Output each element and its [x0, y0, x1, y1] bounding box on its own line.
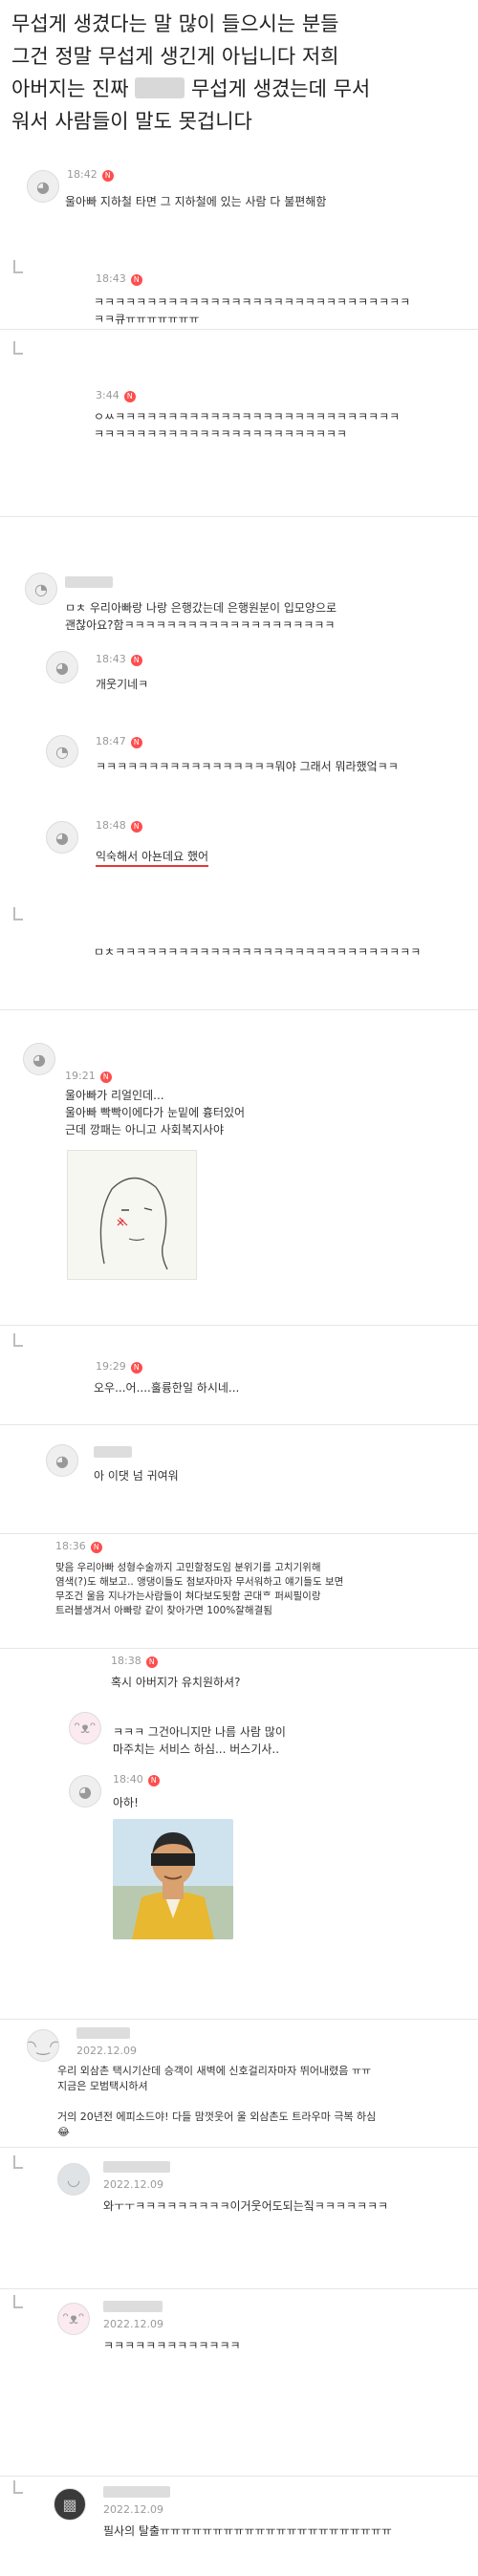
avatar-icon: ◔ [46, 735, 78, 768]
avatar-icon: ◕ [46, 651, 78, 683]
reply-time: 18:47 N [96, 735, 142, 748]
reply-time: 18:43 N [96, 272, 142, 286]
reply-text: 개웃기네ㅋ [96, 678, 149, 691]
comment-time: 18:36 N [55, 1540, 102, 1553]
reply-text: ㅋㅋㅋ 그건아니지만 나름 사람 많이 마주치는 서비스 하심... 버스기사.… [113, 1725, 286, 1756]
reply-arrow-icon [13, 2295, 23, 2308]
face-sketch-drawing [99, 1177, 168, 1270]
reply-arrow-icon [13, 907, 23, 920]
comment-screenshot-11: ᵔᴥᵔ 2022.12.09 ㅋㅋㅋㅋㅋㅋㅋㅋㅋㅋㅋㅋㅋ [0, 2288, 478, 2384]
avatar-icon: ◕ [46, 821, 78, 854]
cartoon-man-image [113, 1819, 233, 1939]
reply-time: 19:29 N [96, 1360, 142, 1374]
header-line-4: 워서 사람들이 말도 못겁니다 [11, 110, 252, 133]
post-header: 무섭게 생겼다는 말 많이 들으시는 분들 그건 정말 무섭게 생긴게 아닙니다… [0, 0, 478, 164]
new-badge-icon: N [130, 1362, 142, 1374]
avatar-icon: ◡ [57, 2163, 90, 2196]
comment-screenshot-6: ◕ 아 이댓 넘 귀여워 [0, 1424, 478, 1510]
comment-screenshot-2: 3:44 N ㅇㅆㅋㅋㅋㅋㅋㅋㅋㅋㅋㅋㅋㅋㅋㅋㅋㅋㅋㅋㅋㅋㅋㅋㅋㅋㅋㅋㅋ ㅋㅋㅋㅋ… [0, 329, 478, 472]
comment-screenshot-7: 18:36 N 맞음 우리아빠 성형수술까지 고민할정도임 분위기를 고치기위해 … [0, 1533, 478, 1648]
reply-arrow-icon [13, 1333, 23, 1347]
avatar-icon: ◕ [46, 1444, 78, 1477]
avatar-icon: ◠‿◠ [27, 2029, 59, 2062]
header-line-3: 아버지는 진짜 무섭게 생겼는데 무서 [11, 73, 468, 105]
new-badge-icon: N [147, 1775, 160, 1786]
comment-text: 울아빠가 리얼인데... 울아빠 빡빡이에다가 눈밑에 흉터있어 근데 깡패는 … [65, 1089, 246, 1136]
comment-screenshot-8: 18:38 N 혹시 아버지가 유치원하셔? ᵔᴥᵔ ㅋㅋㅋ 그건아니지만 나름 … [0, 1648, 478, 2002]
comment-screenshot-5: 19:29 N 오우...어....훌륭한일 하시네... [0, 1325, 478, 1420]
reply-arrow-icon [13, 341, 23, 355]
comment-date: 2022.12.09 [103, 2178, 163, 2191]
reply-text: ㅁㅊㅋㅋㅋㅋㅋㅋㅋㅋㅋㅋㅋㅋㅋㅋㅋㅋㅋㅋㅋㅋㅋㅋㅋㅋㅋㅋㅋㅋㅋ [94, 945, 422, 959]
reply-text: ㅋㅋㅋㅋㅋㅋㅋㅋㅋㅋㅋㅋㅋㅋㅋㅋㅋ뭐야 그래서 뭐라했엌ㅋㅋ [96, 760, 399, 773]
new-badge-icon: N [101, 170, 114, 182]
blurred-username [94, 1446, 132, 1458]
reply-time: 18:48 N [96, 819, 142, 833]
new-badge-icon: N [130, 737, 142, 748]
new-badge-icon: N [123, 391, 136, 402]
bunny-avatar-icon: ᵔᴥᵔ [57, 2303, 90, 2335]
reply-text: ㅋㅋㅋㅋㅋㅋㅋㅋㅋㅋㅋㅋㅋ [103, 2339, 241, 2352]
comment-screenshot-10: ◡ 2022.12.09 와ㅜㅜㅋㅋㅋㅋㅋㅋㅋㅋㅋ이거웃어도되는짘ㅋㅋㅋㅋㅋㅋㅋ [0, 2147, 478, 2223]
bunny-avatar-icon: ᵔᴥᵔ [69, 1712, 101, 1744]
comment-time: 18:42 N [67, 168, 114, 182]
reply-arrow-icon [13, 2480, 23, 2494]
avatar-icon: ◕ [69, 1775, 101, 1808]
reply-arrow-icon [13, 2155, 23, 2169]
header-line-3b: 무섭게 생겼는데 무서 [190, 77, 371, 100]
reply-text: ㅇㅆㅋㅋㅋㅋㅋㅋㅋㅋㅋㅋㅋㅋㅋㅋㅋㅋㅋㅋㅋㅋㅋㅋㅋㅋㅋㅋㅋ ㅋㅋㅋㅋㅋㅋㅋㅋㅋㅋ… [94, 410, 401, 441]
comment-text: ㅁㅊ 우리아빠랑 나랑 은행갔는데 은행원분이 입모양으로 괜찮아요?함ㅋㅋㅋㅋ… [65, 601, 337, 632]
reply-time: 18:38 N [111, 1655, 158, 1668]
header-line-2: 그건 정말 무섭게 생긴게 아닙니다 저희 [11, 45, 339, 68]
comment-screenshot-1: ◕ 18:42 N 울아빠 지하철 타면 그 지하철에 있는 사람 다 불편해함 … [0, 164, 478, 327]
comment-text: 맞음 우리아빠 성형수술까지 고민할정도임 분위기를 고치기위해 염색(?)도 … [55, 1562, 344, 1616]
new-badge-icon: N [130, 274, 142, 286]
header-line-1: 무섭게 생겼다는 말 많이 들으시는 분들 [11, 12, 339, 35]
comment-screenshot-12: ▩ 2022.12.09 필사의 탈출ㅠㅠㅠㅠㅠㅠㅠㅠㅠㅠㅠㅠㅠㅠㅠㅠㅠㅠㅠㅠㅠ… [0, 2476, 478, 2576]
reply-text: ㅋㅋㅋㅋㅋㅋㅋㅋㅋㅋㅋㅋㅋㅋㅋㅋㅋㅋㅋㅋㅋㅋㅋㅋㅋㅋㅋㅋㅋㅋ ㅋㅋ큐ㅠㅠㅠㅠㅠㅠ… [94, 295, 411, 326]
reply-text: 아하! [113, 1796, 139, 1809]
blurred-username [65, 576, 113, 588]
reply-text: 혹시 아버지가 유치원하셔? [111, 1676, 241, 1689]
reply-time: 18:43 N [96, 653, 142, 666]
reply-time: 3:44 N [96, 389, 136, 402]
comment-time: 19:21 N [65, 1070, 112, 1083]
comment-text: 울아빠 지하철 타면 그 지하철에 있는 사람 다 불편해함 [65, 195, 327, 208]
new-badge-icon: N [130, 821, 142, 833]
comment-date: 2022.12.09 [103, 2318, 163, 2330]
reply-text: 와ㅜㅜㅋㅋㅋㅋㅋㅋㅋㅋㅋ이거웃어도되는짘ㅋㅋㅋㅋㅋㅋㅋ [103, 2199, 389, 2213]
blurred-username [103, 2301, 163, 2312]
new-badge-icon: N [99, 1072, 112, 1083]
cartoon-man-drawing [113, 1819, 233, 1939]
comment-screenshot-3: ◔ ㅁㅊ 우리아빠랑 나랑 은행갔는데 은행원분이 입모양으로 괜찮아요?함ㅋㅋ… [0, 516, 478, 975]
header-line-3a: 아버지는 진짜 [11, 77, 129, 100]
avatar-icon: ◕ [27, 170, 59, 203]
new-badge-icon: N [145, 1656, 158, 1668]
face-sketch-image [67, 1150, 197, 1280]
comment-screenshot-4: ◕ 19:21 N 울아빠가 리얼인데... 울아빠 빡빡이에다가 눈밑에 흉터있… [0, 1009, 478, 1296]
reply-arrow-icon [13, 260, 23, 273]
blurred-username [76, 2027, 130, 2039]
reply-text: 오우...어....훌륭한일 하시네... [94, 1381, 240, 1395]
comment-screenshot-9: ◠‿◠ 2022.12.09 우리 외삼촌 택시기산데 승객이 새벽에 신호걸리… [0, 2019, 478, 2139]
comment-date: 2022.12.09 [76, 2045, 137, 2057]
reply-text: 아 이댓 넘 귀여워 [94, 1469, 179, 1483]
avatar-icon: ◕ [23, 1043, 55, 1075]
reply-time: 18:40 N [113, 1773, 160, 1786]
blurred-username [103, 2486, 170, 2498]
new-badge-icon: N [130, 655, 142, 666]
blurred-username [103, 2161, 170, 2173]
blurred-word [135, 77, 185, 98]
new-badge-icon: N [90, 1542, 102, 1553]
avatar-icon: ▩ [54, 2488, 86, 2521]
comment-date: 2022.12.09 [103, 2503, 163, 2516]
reply-text: 필사의 탈출ㅠㅠㅠㅠㅠㅠㅠㅠㅠㅠㅠㅠㅠㅠㅠㅠㅠㅠㅠㅠㅠㅠ [103, 2524, 392, 2538]
reply-text: 익숙해서 아뇬데요 했어 [96, 848, 209, 867]
comment-text: 우리 외삼촌 택시기산데 승객이 새벽에 신호걸리자마자 뛰어내렸음 ㅠㅠ 지금… [57, 2065, 377, 2138]
avatar-icon: ◔ [25, 573, 57, 605]
